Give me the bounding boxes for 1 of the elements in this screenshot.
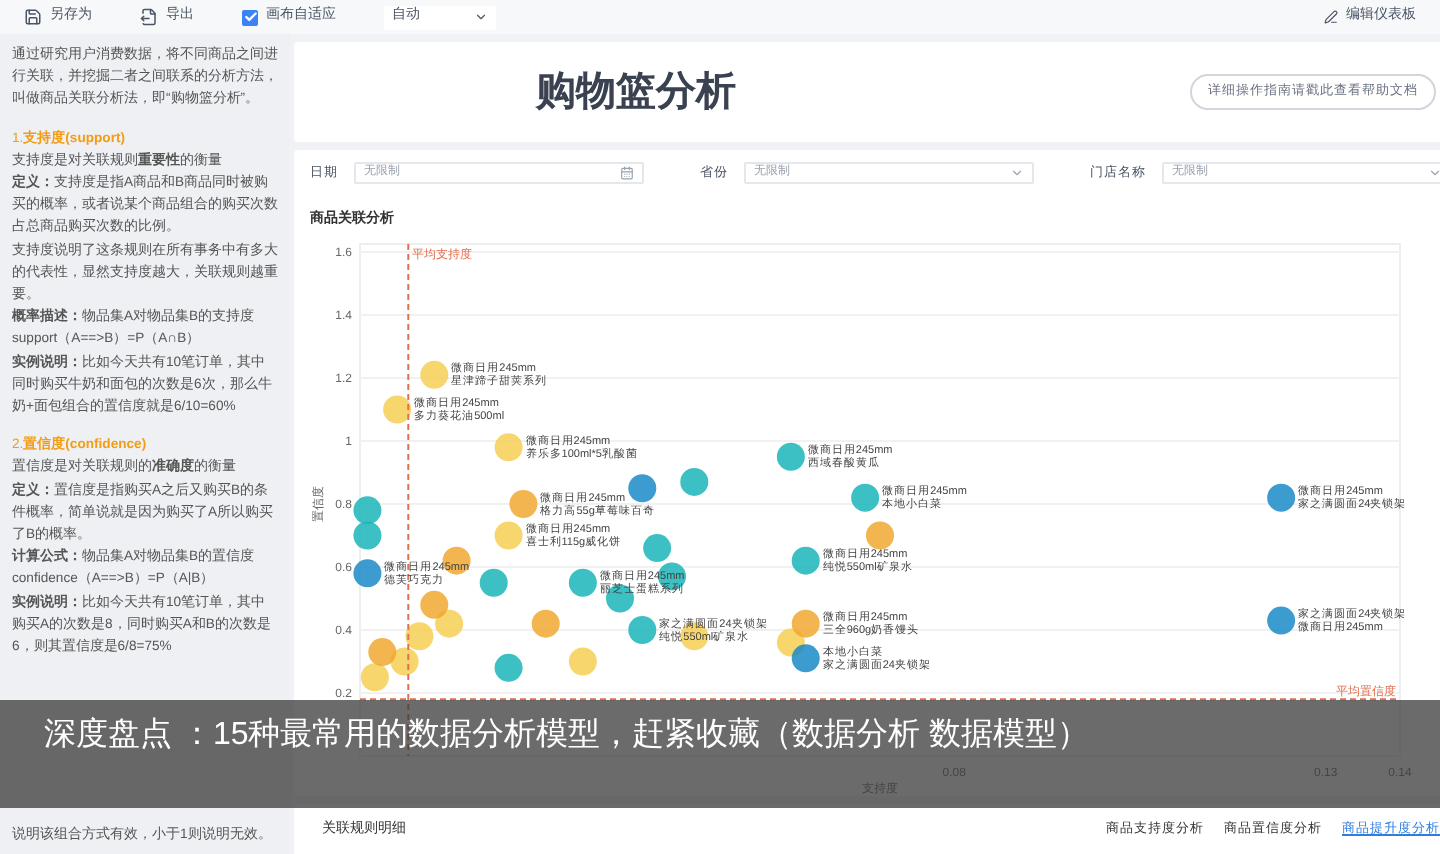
page-title: 购物篮分析 xyxy=(536,68,736,118)
